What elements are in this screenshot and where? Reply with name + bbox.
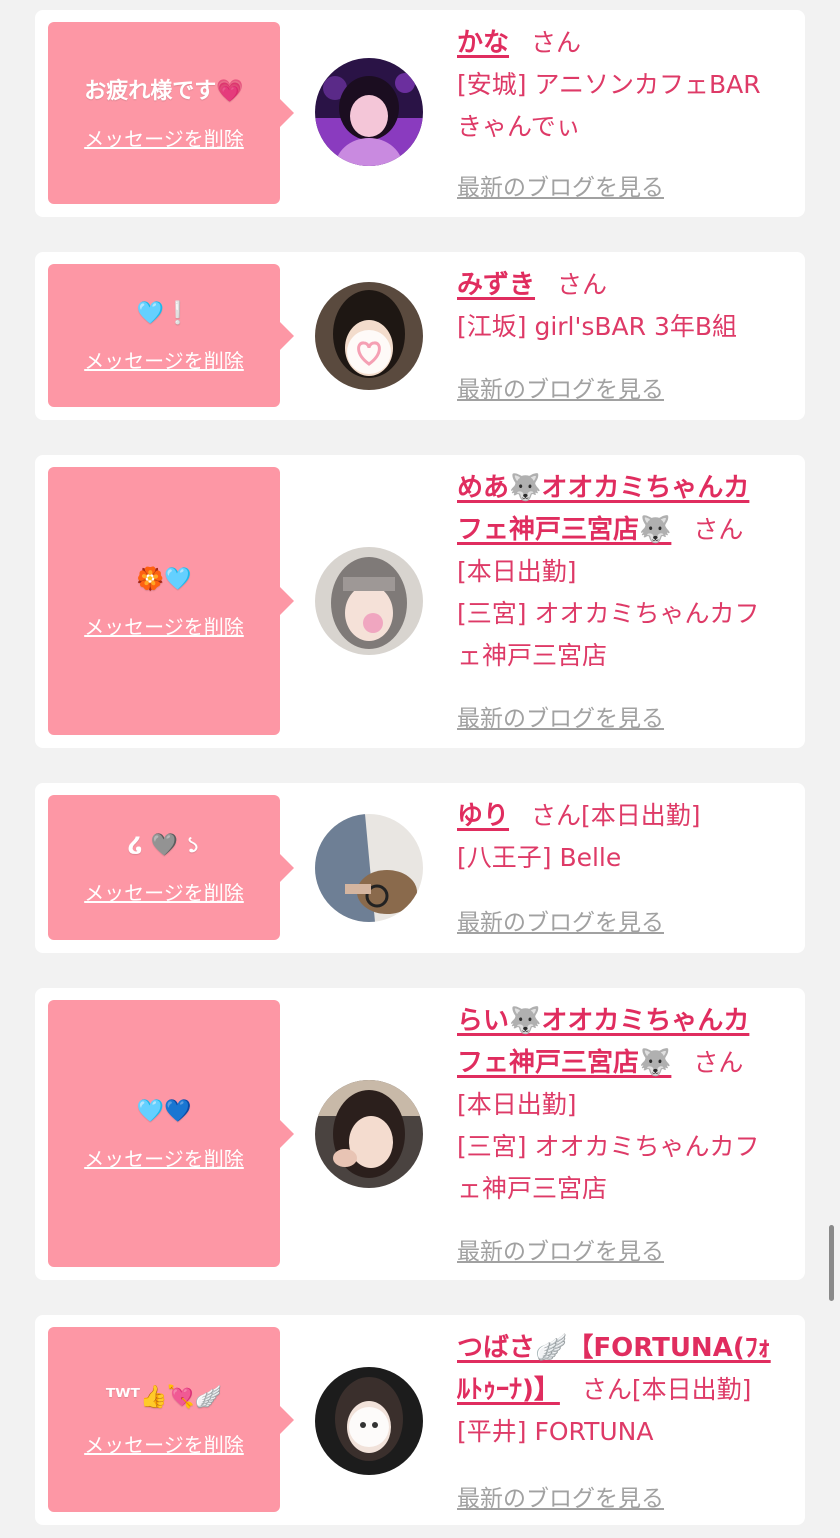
cast-name-link[interactable]: つばさ🪽【FORTUNA(ﾌｫ — [457, 1333, 771, 1363]
honorific: さん — [531, 801, 582, 830]
cast-info: かな さん [安城] アニソンカフェBAR きゃんでぃ — [457, 22, 797, 148]
message-text: お疲れ様です💗 — [84, 78, 244, 104]
delete-message-link[interactable]: メッセージを削除 — [84, 123, 244, 152]
delete-message-link[interactable]: メッセージを削除 — [84, 877, 244, 906]
shop-info: [平井] FORTUNA — [457, 1417, 654, 1446]
shop-info: [八王子] Belle — [457, 843, 622, 872]
message-bubble: 🩵❕ メッセージを削除 — [48, 264, 294, 407]
cast-name-link[interactable]: ゆり — [457, 801, 509, 831]
latest-blog-link[interactable]: 最新のブログを見る — [457, 1479, 664, 1513]
cast-name-link-cont[interactable]: フェ神戸三宮店🐺 — [457, 1048, 671, 1078]
shop-info: [三宮] オオカミちゃんカフ — [457, 599, 760, 628]
delete-message-link[interactable]: メッセージを削除 — [84, 1429, 244, 1458]
shop-info: [安城] アニソンカフェBAR — [457, 70, 761, 99]
cast-info: めあ🐺オオカミちゃんカ フェ神戸三宮店🐺 さん [本日出勤] [三宮] オオカミち… — [457, 467, 797, 677]
cast-info: つばさ🪽【FORTUNA(ﾌｫ ﾙﾄｩｰﾅ)】 さん[本日出勤] [平井] FOR… — [457, 1327, 797, 1453]
cast-info: みずき さん [江坂] girl'sBAR 3年B組 — [457, 264, 797, 348]
message-bubble: 🩵💙 メッセージを削除 — [48, 1000, 294, 1267]
honorific: さん — [693, 1048, 744, 1077]
cast-name-link[interactable]: らい🐺オオカミちゃんカ — [457, 1006, 749, 1036]
delete-message-link[interactable]: メッセージを削除 — [84, 611, 244, 640]
delete-message-link[interactable]: メッセージを削除 — [84, 1143, 244, 1172]
cast-info: らい🐺オオカミちゃんカ フェ神戸三宮店🐺 さん [本日出勤] [三宮] オオカミち… — [457, 1000, 797, 1210]
latest-blog-link[interactable]: 最新のブログを見る — [457, 699, 664, 733]
avatar[interactable] — [315, 58, 423, 166]
latest-blog-link[interactable]: 最新のブログを見る — [457, 370, 664, 404]
shop-info: [江坂] girl'sBAR 3年B組 — [457, 312, 738, 341]
honorific: さん — [557, 270, 608, 299]
honorific: さん — [581, 1375, 632, 1404]
latest-blog-link[interactable]: 最新のブログを見る — [457, 168, 664, 202]
shop-info: ェ神戸三宮店 — [457, 1174, 608, 1203]
avatar[interactable] — [315, 282, 423, 390]
message-text: ᵀᵂᵀ👍💘🪽 — [105, 1385, 223, 1410]
cast-name-link[interactable]: みずき — [457, 270, 535, 300]
message-bubble: 🏵️🩵 メッセージを削除 — [48, 467, 294, 735]
avatar[interactable] — [315, 1367, 423, 1475]
cast-name-link-cont[interactable]: フェ神戸三宮店🐺 — [457, 515, 671, 545]
message-card: 🏵️🩵 メッセージを削除 めあ🐺オオカミちゃんカ フェ神戸三宮店🐺 さん [本日出… — [35, 455, 805, 748]
avatar[interactable] — [315, 814, 423, 922]
honorific: さん — [693, 515, 744, 544]
status-text: [本日出勤] — [581, 801, 701, 830]
cast-info: ゆり さん[本日出勤] [八王子] Belle — [457, 795, 797, 879]
message-card: ᵀᵂᵀ👍💘🪽 メッセージを削除 つばさ🪽【FORTUNA(ﾌｫ ﾙﾄｩｰﾅ)】さ… — [35, 1315, 805, 1525]
status-text: [本日出勤] — [457, 557, 577, 586]
avatar[interactable] — [315, 547, 423, 655]
message-text: ໒ 🩶 ১ — [127, 833, 201, 858]
status-text: [本日出勤] — [631, 1375, 752, 1404]
message-text: 🏵️🩵 — [136, 566, 192, 592]
message-text: 🩵❕ — [136, 301, 192, 326]
message-bubble: お疲れ様です💗 メッセージを削除 — [48, 22, 294, 204]
honorific: さん — [531, 28, 582, 57]
cast-name-link[interactable]: かな — [457, 28, 509, 58]
shop-info: [三宮] オオカミちゃんカフ — [457, 1132, 760, 1161]
delete-message-link[interactable]: メッセージを削除 — [84, 345, 244, 374]
cast-name-link[interactable]: めあ🐺オオカミちゃんカ — [457, 473, 749, 503]
message-card: 🩵❕ メッセージを削除 みずき さん [江坂] girl'sBAR 3年B組 最新… — [35, 252, 805, 420]
message-bubble: ໒ 🩶 ১ メッセージを削除 — [48, 795, 294, 940]
latest-blog-link[interactable]: 最新のブログを見る — [457, 1232, 664, 1266]
message-card: 🩵💙 メッセージを削除 らい🐺オオカミちゃんカ フェ神戸三宮店🐺 さん [本日出勤… — [35, 988, 805, 1280]
latest-blog-link[interactable]: 最新のブログを見る — [457, 903, 664, 937]
message-text: 🩵💙 — [136, 1099, 192, 1124]
shop-info: きゃんでぃ — [457, 112, 581, 141]
shop-info: ェ神戸三宮店 — [457, 641, 608, 670]
scrollbar[interactable] — [829, 1225, 834, 1301]
message-card: お疲れ様です💗 メッセージを削除 かな さん [安城] アニソンカフェBAR きゃ… — [35, 10, 805, 217]
message-card: ໒ 🩶 ১ メッセージを削除 ゆり さん[本日出勤] [八王子] Belle 最新… — [35, 783, 805, 953]
cast-name-link-cont[interactable]: ﾙﾄｩｰﾅ)】 — [457, 1375, 560, 1405]
avatar[interactable] — [315, 1080, 423, 1188]
status-text: [本日出勤] — [457, 1090, 577, 1119]
message-bubble: ᵀᵂᵀ👍💘🪽 メッセージを削除 — [48, 1327, 294, 1512]
